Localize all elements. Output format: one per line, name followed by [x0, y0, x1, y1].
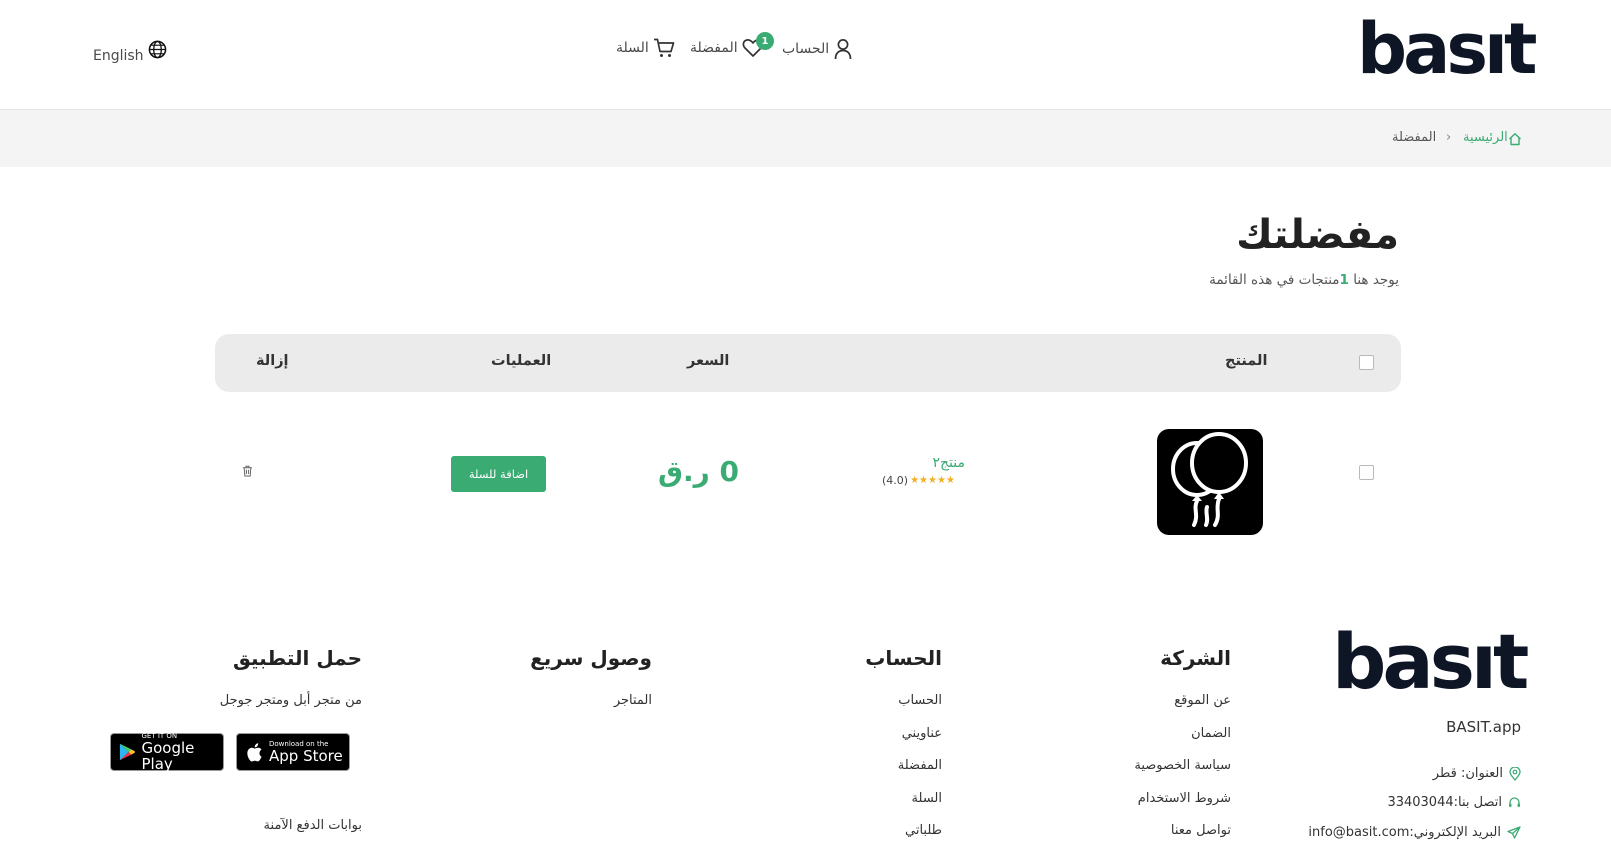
globe-icon: [148, 40, 166, 58]
nav-cart[interactable]: السلة: [616, 38, 675, 58]
footer-link-orders[interactable]: طلباتي: [905, 823, 942, 838]
footer-address: العنوان: قطر: [1433, 766, 1521, 781]
breadcrumb-separator: ›: [1446, 130, 1452, 145]
product-name-link[interactable]: منتج٢: [932, 455, 965, 471]
product-image[interactable]: [1157, 429, 1263, 535]
subtitle-suffix: منتجات في هذه القائمة: [1209, 272, 1340, 288]
home-icon: [1509, 133, 1521, 146]
product-price: 0 ر.ق: [658, 455, 740, 488]
footer-link-privacy[interactable]: سياسة الخصوصية: [1134, 758, 1231, 773]
footer-link-stores[interactable]: المتاجر: [614, 693, 652, 708]
footer-app-text: من متجر أبل ومتجر جوجل: [219, 693, 362, 708]
location-pin-icon: [1509, 766, 1521, 781]
headset-icon: [1509, 797, 1520, 807]
footer-quick-heading: وصول سريع: [530, 646, 652, 670]
footer-phone: اتصل بنا:33403044: [1387, 795, 1521, 810]
footer-link-contact[interactable]: تواصل معنا: [1171, 823, 1231, 838]
language-label: English: [93, 48, 144, 64]
site-header: basıt English الحساب المفضلة 1 السلة: [0, 0, 1611, 110]
footer-link-favorites[interactable]: المفضلة: [898, 758, 942, 773]
subtitle-count: 1: [1339, 272, 1349, 288]
wishlist-table-header: المنتج السعر العمليات إزالة: [215, 334, 1401, 392]
footer-link-cart[interactable]: السلة: [912, 791, 942, 806]
send-icon: [1507, 826, 1521, 839]
breadcrumb: الرئيسية › المفضلة: [0, 110, 1611, 167]
google-play-button[interactable]: GET IT ON Google Play: [110, 732, 224, 772]
trash-icon[interactable]: [242, 465, 253, 477]
balloons-icon: [1171, 432, 1248, 527]
rating-value: (4.0): [882, 474, 909, 487]
app-store-text: Download on the App Store: [269, 740, 343, 764]
page-title: مفضلتك: [1236, 212, 1399, 258]
nav-cart-label: السلة: [616, 40, 649, 56]
footer-email-text: البريد الإلكتروني:info@basit.com: [1308, 825, 1501, 840]
apple-icon: [247, 742, 262, 761]
header-logo[interactable]: basıt: [1357, 14, 1537, 84]
footer-link-terms[interactable]: شروط الاستخدام: [1138, 791, 1231, 806]
app-store-button[interactable]: Download on the App Store: [236, 733, 350, 771]
user-icon: [834, 39, 852, 60]
footer-app-heading: حمل التطبيق: [232, 646, 362, 670]
footer-payment-text: بوابات الدفع الآمنة: [263, 818, 362, 833]
header-product: المنتج: [1225, 353, 1268, 369]
google-play-text: GET IT ON Google Play: [142, 732, 224, 772]
footer-address-text: العنوان: قطر: [1432, 766, 1503, 781]
footer-link-about[interactable]: عن الموقع: [1174, 693, 1231, 708]
app-store-big: App Store: [269, 747, 343, 765]
cart-icon: [653, 38, 675, 57]
footer-link-account[interactable]: الحساب: [898, 693, 942, 708]
page-subtitle: يوجد هنا 1منتجات في هذه القائمة: [1209, 272, 1399, 288]
footer-logo[interactable]: basıt: [1332, 624, 1529, 700]
footer-site-name: BASIT.app: [1446, 718, 1521, 736]
select-all-checkbox[interactable]: [1359, 355, 1374, 370]
footer-link-warranty[interactable]: الضمان: [1191, 726, 1231, 741]
nav-favorites[interactable]: المفضلة: [690, 38, 764, 58]
footer-link-addresses[interactable]: عناويني: [902, 726, 942, 741]
footer-company-heading: الشركة: [1160, 646, 1231, 670]
rating-stars-icon: ★★★★★: [910, 475, 955, 486]
header-actions: العمليات: [491, 353, 552, 369]
footer-email: البريد الإلكتروني:info@basit.com: [1308, 825, 1521, 840]
language-switcher[interactable]: English: [93, 40, 167, 64]
product-rating: (4.0) ★★★★★: [882, 474, 955, 487]
header-price: السعر: [687, 353, 730, 369]
google-play-icon: [119, 743, 135, 761]
header-remove: إزالة: [256, 353, 289, 369]
footer-account-heading: الحساب: [865, 646, 942, 670]
footer-phone-text: اتصل بنا:33403044: [1387, 795, 1502, 810]
google-play-big: Google Play: [141, 739, 195, 773]
favorites-count-badge: 1: [756, 32, 774, 50]
breadcrumb-current: المفضلة: [1392, 130, 1437, 145]
nav-account[interactable]: الحساب: [782, 38, 853, 60]
row-checkbox[interactable]: [1359, 465, 1374, 480]
breadcrumb-home[interactable]: الرئيسية: [1463, 130, 1508, 145]
subtitle-prefix: يوجد هنا: [1353, 272, 1399, 288]
nav-account-label: الحساب: [782, 41, 830, 57]
nav-favorites-label: المفضلة: [690, 40, 738, 56]
add-to-cart-button[interactable]: اضافة للسلة: [451, 456, 546, 492]
